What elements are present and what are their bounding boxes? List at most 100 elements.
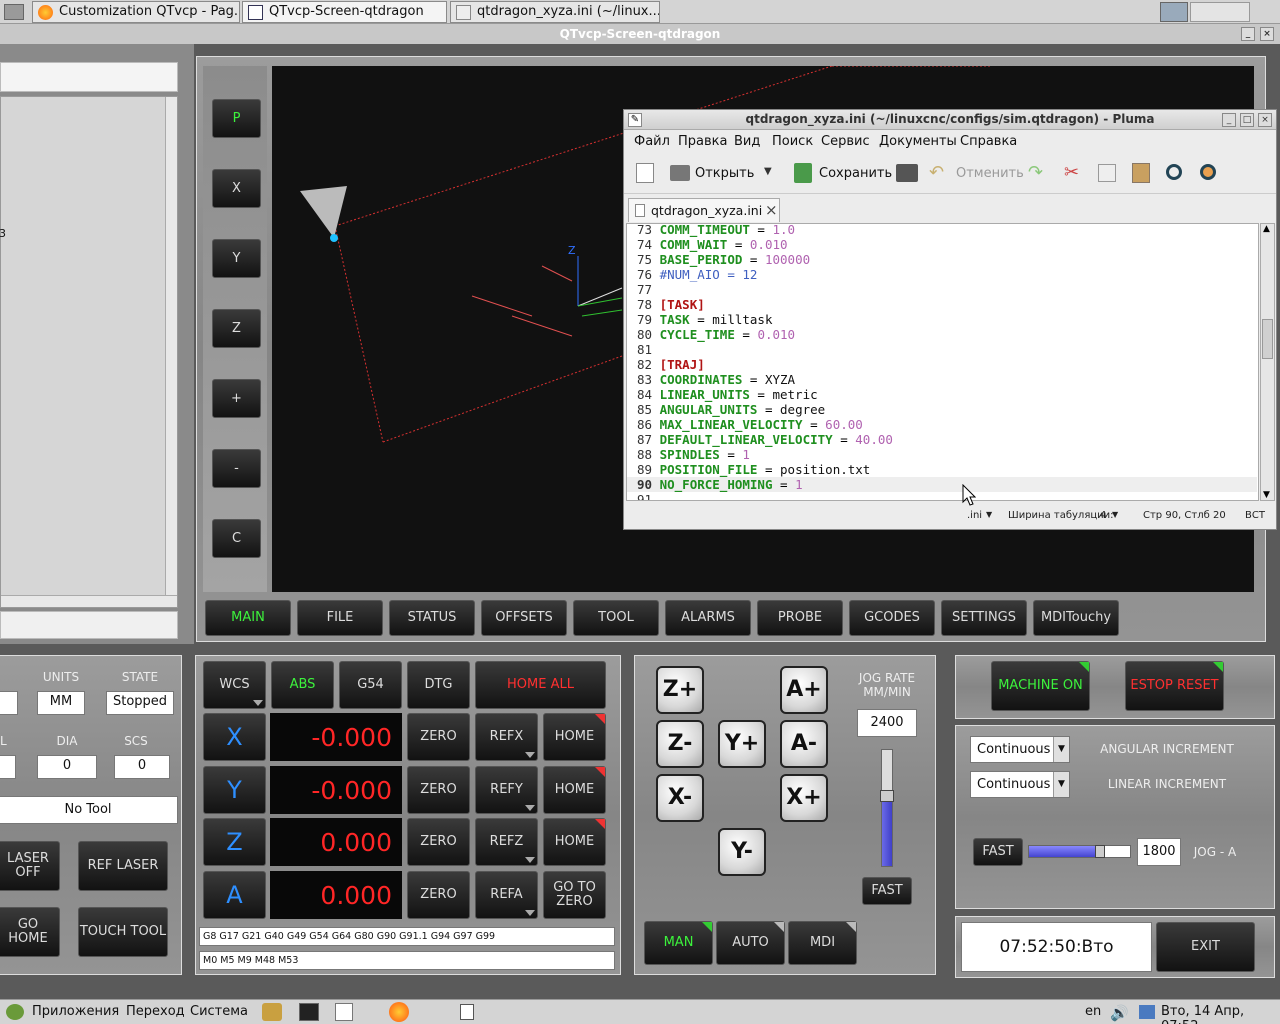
jog-rate-handle[interactable] (880, 790, 894, 803)
axis-select-1[interactable]: Y (203, 765, 266, 814)
mode-button-0[interactable]: MAN (644, 921, 713, 965)
nav-tab-0[interactable]: MAIN (205, 600, 291, 636)
linear-increment-select[interactable]: Continuous ▼ (970, 771, 1070, 798)
dtg-button[interactable]: DTG (407, 661, 470, 709)
workspace-switcher-2[interactable] (1190, 2, 1250, 22)
jog-button-1[interactable]: A+ (780, 666, 828, 714)
axis-select-2[interactable]: Z (203, 818, 266, 866)
paste-icon[interactable] (1132, 163, 1150, 183)
network-status-icon[interactable] (1139, 1005, 1155, 1019)
jog-button-3[interactable]: Y+ (718, 720, 766, 768)
print-icon[interactable] (896, 164, 918, 182)
undo-button-label[interactable]: Отменить (956, 166, 1024, 181)
code-line[interactable]: 83 COORDINATES = XYZA (637, 372, 795, 387)
nav-tab-9[interactable]: MDITouchy (1033, 600, 1119, 636)
axis-zero-button-1[interactable]: ZERO (407, 765, 470, 814)
search-icon[interactable] (1166, 164, 1182, 180)
code-line[interactable]: 87 DEFAULT_LINEAR_VELOCITY = 40.00 (637, 432, 893, 447)
g54-button[interactable]: G54 (339, 661, 402, 709)
open-button-label[interactable]: Открыть (695, 166, 754, 181)
nav-tab-1[interactable]: FILE (297, 600, 383, 636)
tab-width-label[interactable]: Ширина табуляции: (1008, 510, 1114, 521)
axis-select-3[interactable]: A (203, 870, 266, 919)
axis-zero-button-2[interactable]: ZERO (407, 818, 470, 866)
jog-a-slider[interactable] (1028, 845, 1131, 858)
jog-a-field[interactable]: 1800 (1137, 838, 1181, 866)
menu-places[interactable]: Переход (126, 1004, 185, 1019)
code-line[interactable]: 90 NO_FORCE_HOMING = 1 (627, 477, 1257, 492)
code-line[interactable]: 79 TASK = milltask (637, 312, 773, 327)
side-jog-button-5[interactable]: - (212, 449, 261, 488)
terminal-icon[interactable] (299, 1003, 319, 1021)
code-line[interactable]: 81 (637, 342, 660, 357)
axis-home-button-2[interactable]: HOME (543, 818, 606, 866)
workspace-icon[interactable] (4, 4, 24, 20)
pluma-menu-6[interactable]: Справка (960, 134, 1017, 149)
document-tab[interactable]: qtdragon_xyza.ini × (628, 198, 780, 222)
side-jog-button-2[interactable]: Y (212, 239, 261, 278)
open-dropdown-icon[interactable]: ▼ (764, 166, 772, 177)
minimize-icon[interactable]: _ (1241, 27, 1255, 41)
cut-icon[interactable]: ✂ (1064, 162, 1079, 183)
code-line[interactable]: 86 MAX_LINEAR_VELOCITY = 60.00 (637, 417, 863, 432)
axis-dro-0[interactable]: -0.000 (270, 713, 402, 761)
axis-dro-3[interactable]: 0.000 (270, 870, 402, 919)
axis-zero-button-3[interactable]: ZERO (407, 870, 470, 919)
redo-icon[interactable]: ↷ (1028, 162, 1043, 183)
task-qtdragon[interactable]: QTvcp-Screen-qtdragon (242, 1, 447, 23)
code-line[interactable]: 80 CYCLE_TIME = 0.010 (637, 327, 795, 342)
jog-rate-field[interactable]: 2400 (857, 709, 917, 737)
home-all-button[interactable]: HOME ALL (475, 661, 606, 709)
undo-icon[interactable]: ↶ (929, 162, 944, 183)
maximize-icon[interactable]: □ (1240, 113, 1254, 127)
axis-ref-button-1[interactable]: REFY (475, 765, 538, 814)
touch-tool-button[interactable]: TOUCH TOOL (78, 907, 168, 957)
show-desktop-icon[interactable] (460, 1004, 474, 1020)
code-line[interactable]: 77 (637, 282, 660, 297)
jog-a-handle[interactable] (1094, 845, 1105, 858)
code-line[interactable]: 78 [TASK] (637, 297, 705, 312)
nav-tab-5[interactable]: ALARMS (665, 600, 751, 636)
nav-tab-4[interactable]: TOOL (573, 600, 659, 636)
task-firefox[interactable]: Customization QTvcp - Pag... (32, 1, 240, 23)
pluma-menu-4[interactable]: Сервис (821, 134, 870, 149)
nav-tab-7[interactable]: GCODES (849, 600, 935, 636)
copy-icon[interactable] (1098, 164, 1116, 182)
open-folder-icon[interactable] (670, 165, 690, 181)
side-jog-button-6[interactable]: C (212, 519, 261, 558)
editor-scrollbar[interactable]: ▲ ▼ (1260, 223, 1275, 501)
pluma-menu-5[interactable]: Документы (879, 134, 957, 149)
jog-button-5[interactable]: X- (656, 774, 704, 822)
mode-button-1[interactable]: AUTO (716, 921, 785, 965)
tab-width-value[interactable]: 4 (1100, 510, 1106, 521)
pluma-menu-1[interactable]: Правка (678, 134, 727, 149)
text-editor-icon[interactable] (335, 1003, 353, 1021)
axis-select-0[interactable]: X (203, 713, 266, 761)
save-icon[interactable] (794, 163, 812, 183)
jog-button-4[interactable]: A- (780, 720, 828, 768)
axis-dro-1[interactable]: -0.000 (270, 765, 402, 814)
replace-icon[interactable] (1200, 164, 1216, 180)
menu-system[interactable]: Система (190, 1004, 248, 1019)
pluma-menu-2[interactable]: Вид (734, 134, 760, 149)
mode-button-2[interactable]: MDI (788, 921, 857, 965)
machine-on-button[interactable]: MACHINE ON (991, 661, 1090, 711)
estop-reset-button[interactable]: ESTOP RESET (1125, 661, 1224, 711)
clock[interactable]: Вто, 14 Апр, 07:52 (1161, 1004, 1280, 1024)
jog-fast-button[interactable]: FAST (862, 877, 912, 905)
axis-ref-button-3[interactable]: REFA (475, 870, 538, 919)
jog-button-2[interactable]: Z- (656, 720, 704, 768)
angular-fast-button[interactable]: FAST (973, 838, 1023, 866)
close-icon[interactable]: × (1258, 113, 1272, 127)
nav-tab-6[interactable]: PROBE (757, 600, 843, 636)
code-line[interactable]: 91 (637, 492, 660, 500)
axis-home-button-3[interactable]: GO TO ZERO (543, 870, 606, 919)
nav-tab-3[interactable]: OFFSETS (481, 600, 567, 636)
scroll-down-icon[interactable]: ▼ (1263, 490, 1270, 500)
axis-home-button-1[interactable]: HOME (543, 765, 606, 814)
scrollbar-horizontal[interactable] (1, 595, 177, 607)
axis-zero-button-0[interactable]: ZERO (407, 713, 470, 761)
axis-ref-button-0[interactable]: REFX (475, 713, 538, 761)
side-jog-button-3[interactable]: Z (212, 309, 261, 348)
code-line[interactable]: 82 [TRAJ] (637, 357, 705, 372)
